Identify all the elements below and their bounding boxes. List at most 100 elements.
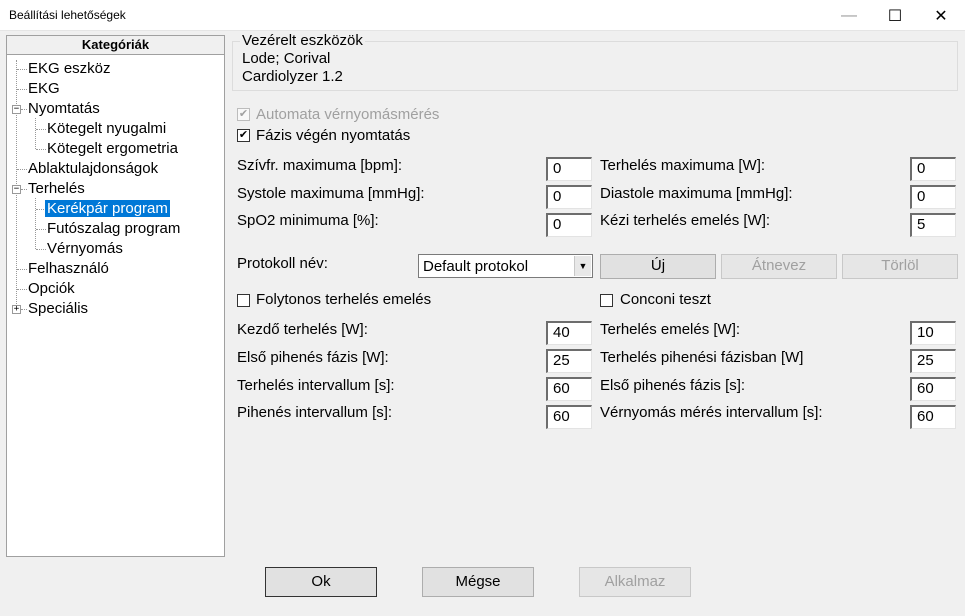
rest-interval-label: Pihenés intervallum [s]:: [237, 404, 393, 421]
print-phase-end-label: Fázis végén nyomtatás: [256, 127, 411, 144]
tree-line: [17, 89, 27, 90]
tree-item-treadmill-program[interactable]: Futószalag program: [47, 219, 180, 239]
tree-line: [17, 269, 27, 270]
tree-item-label: Speciális: [28, 300, 89, 317]
diastole-max-input[interactable]: 0: [910, 185, 956, 209]
bp-interval-input[interactable]: 60: [910, 405, 956, 429]
load-rest-phase-input[interactable]: 25: [910, 349, 956, 373]
conconi-test-label: Conconi teszt: [620, 291, 711, 308]
collapse-icon[interactable]: −: [12, 185, 21, 194]
delete-protocol-button[interactable]: Törlöl: [842, 254, 958, 279]
spo2-min-label: SpO2 minimuma [%]:: [237, 212, 379, 229]
tree-line: [21, 109, 27, 110]
spo2-min-input[interactable]: 0: [546, 213, 592, 237]
tree-item-options[interactable]: Opciók: [28, 279, 75, 299]
tree-item-window-properties[interactable]: Ablaktulajdonságok: [28, 159, 158, 179]
tree-item-label: Felhasználó: [28, 260, 109, 277]
load-interval-label: Terhelés intervallum [s]:: [237, 377, 395, 394]
first-rest-w-input[interactable]: 25: [546, 349, 592, 373]
continuous-load-checkbox[interactable]: [237, 294, 250, 307]
load-inc-input[interactable]: 10: [910, 321, 956, 345]
title-bar: Beállítási lehetőségek — ☐ ✕: [0, 0, 965, 31]
tree-line: [17, 69, 27, 70]
tree-item-label: Ablaktulajdonságok: [28, 160, 159, 177]
tree-item-printing[interactable]: Nyomtatás: [28, 99, 100, 119]
cancel-button[interactable]: Mégse: [422, 567, 534, 597]
tree-item-special[interactable]: Speciális: [28, 299, 88, 319]
load-max-input[interactable]: 0: [910, 157, 956, 181]
tree-line: [36, 229, 46, 230]
protocol-selected-value: Default protokol: [423, 258, 529, 275]
load-max-label: Terhelés maximuma [W]:: [600, 157, 766, 174]
hr-max-label: Szívfr. maximuma [bpm]:: [237, 157, 403, 174]
tree-line: [17, 289, 27, 290]
tree-item-ekg-device[interactable]: EKG eszköz: [28, 59, 111, 79]
continuous-load-label: Folytonos terhelés emelés: [256, 291, 432, 308]
rename-protocol-button[interactable]: Átnevez: [721, 254, 837, 279]
tree-line: [36, 249, 46, 250]
category-tree[interactable]: Kategóriák − − + EKG eszköz EKG Nyomtatá…: [6, 35, 225, 557]
tree-line: [35, 118, 36, 149]
tree-item-label: Nyomtatás: [28, 100, 100, 117]
load-rest-phase-label: Terhelés pihenési fázisban [W]: [600, 349, 804, 366]
tree-line: [21, 189, 27, 190]
apply-button[interactable]: Alkalmaz: [579, 567, 691, 597]
manual-load-inc-label: Kézi terhelés emelés [W]:: [600, 212, 771, 229]
tree-item-blood-pressure[interactable]: Vérnyomás: [47, 239, 123, 259]
protocol-select[interactable]: Default protokol ▼: [418, 254, 593, 278]
bp-interval-label: Vérnyomás mérés intervallum [s]:: [600, 404, 823, 421]
device-line-1: Lode; Corival: [242, 50, 331, 67]
expand-icon[interactable]: +: [12, 305, 21, 314]
tree-item-label: Futószalag program: [47, 220, 181, 237]
load-inc-label: Terhelés emelés [W]:: [600, 321, 741, 338]
tree-item-label: EKG eszköz: [28, 60, 111, 77]
minimize-icon: —: [841, 6, 857, 24]
tree-item-batch-ergometry[interactable]: Kötegelt ergometria: [47, 139, 178, 159]
tree-item-label: Terhelés: [28, 180, 85, 197]
chevron-down-icon[interactable]: ▼: [574, 256, 591, 276]
start-load-label: Kezdő terhelés [W]:: [237, 321, 368, 338]
controlled-devices-title: Vezérelt eszközök: [240, 32, 365, 50]
manual-load-inc-input[interactable]: 5: [910, 213, 956, 237]
collapse-icon[interactable]: −: [12, 105, 21, 114]
minimize-button[interactable]: —: [826, 0, 872, 31]
ok-button[interactable]: Ok: [265, 567, 377, 597]
category-tree-header: Kategóriák: [7, 36, 224, 55]
conconi-test-checkbox[interactable]: [600, 294, 613, 307]
tree-line: [17, 169, 27, 170]
hr-max-input[interactable]: 0: [546, 157, 592, 181]
systole-max-input[interactable]: 0: [546, 185, 592, 209]
first-rest-s-label: Első pihenés fázis [s]:: [600, 377, 746, 394]
maximize-icon: ☐: [887, 7, 903, 25]
tree-line: [36, 149, 46, 150]
tree-item-load[interactable]: Terhelés: [28, 179, 85, 199]
close-button[interactable]: ✕: [918, 0, 964, 31]
tree-line: [21, 309, 27, 310]
new-protocol-button[interactable]: Új: [600, 254, 716, 279]
tree-item-user[interactable]: Felhasználó: [28, 259, 109, 279]
first-rest-s-input[interactable]: 60: [910, 377, 956, 401]
tree-item-label: Kerékpár program: [44, 199, 171, 218]
tree-item-batch-resting[interactable]: Kötegelt nyugalmi: [47, 119, 166, 139]
rest-interval-input[interactable]: 60: [546, 405, 592, 429]
print-phase-end-checkbox[interactable]: ✔: [237, 129, 250, 142]
load-interval-input[interactable]: 60: [546, 377, 592, 401]
device-line-2: Cardiolyzer 1.2: [242, 68, 343, 85]
protocol-name-label: Protokoll név:: [237, 255, 328, 272]
systole-max-label: Systole maximuma [mmHg]:: [237, 185, 425, 202]
start-load-input[interactable]: 40: [546, 321, 592, 345]
tree-item-label: Kötegelt ergometria: [47, 140, 178, 157]
tree-item-bicycle-program[interactable]: Kerékpár program: [44, 199, 171, 219]
close-icon: ✕: [934, 7, 948, 25]
window-title: Beállítási lehetőségek: [9, 8, 126, 22]
tree-item-label: Vérnyomás: [47, 240, 123, 257]
tree-item-label: Opciók: [28, 280, 75, 297]
maximize-button[interactable]: ☐: [872, 0, 918, 31]
tree-item-label: Kötegelt nyugalmi: [47, 120, 167, 137]
tree-line: [36, 129, 46, 130]
tree-item-label: EKG: [28, 80, 60, 97]
tree-item-ekg[interactable]: EKG: [28, 79, 60, 99]
tree-line: [35, 198, 36, 249]
auto-bp-checkbox[interactable]: ✔: [237, 108, 250, 121]
auto-bp-label: Automata vérnyomásmérés: [256, 106, 440, 123]
